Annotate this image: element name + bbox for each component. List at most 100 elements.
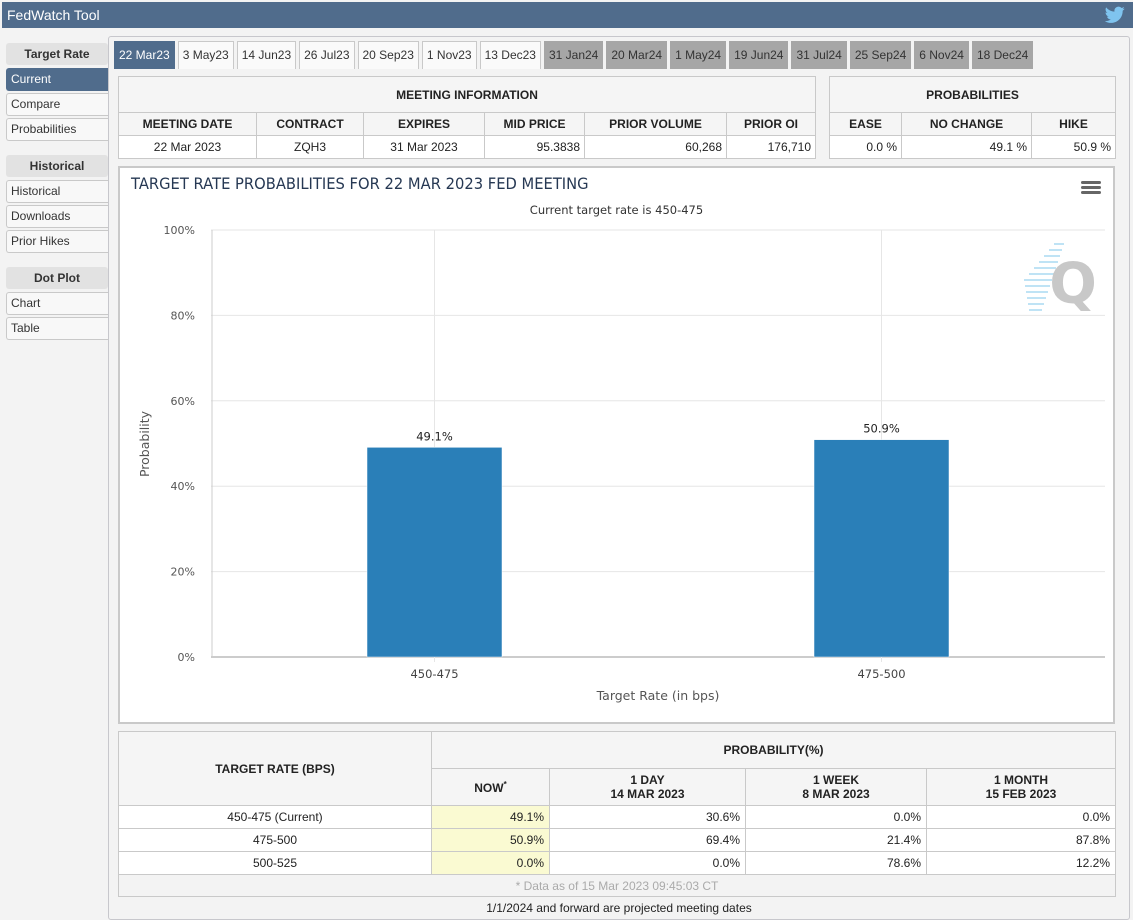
probability-cell: 0.0%	[745, 805, 927, 829]
y-tick-label: 0%	[178, 651, 195, 664]
chart-labels: 0% 20% 40% 60% 80% 100% 49.1% 450-475 50.9% 475-5…	[164, 224, 906, 681]
meeting-date-value: 22 Mar 2023	[118, 135, 257, 159]
y-axis-title: Probability	[137, 410, 152, 477]
probabilities-title: PROBABILITIES	[829, 76, 1116, 113]
table-row: 450-475 (Current) 49.1% 30.6% 0.0% 0.0%	[118, 805, 1116, 829]
table-row: 500-525 0.0% 0.0% 78.6% 12.2%	[118, 851, 1116, 875]
no-change-value: 49.1 %	[901, 135, 1032, 159]
probability-history-table: TARGET RATE (BPS) PROBABILITY(%) NOW* 1 …	[118, 731, 1116, 897]
chart-grid	[211, 229, 1105, 662]
bar-450-475[interactable]	[366, 447, 503, 658]
col-header: EASE	[829, 112, 902, 136]
tab-meeting-date[interactable]: 18 Dec24	[971, 41, 1034, 69]
tab-meeting-date[interactable]: 13 Dec23	[479, 41, 541, 69]
projected-dates-note: 1/1/2024 and forward are projected meeti…	[486, 901, 752, 915]
now-col-header: NOW*	[431, 768, 550, 806]
sidebar-item-chart[interactable]: Chart	[6, 292, 108, 315]
ease-value: 0.0 %	[829, 135, 902, 159]
probability-cell: 69.4%	[549, 828, 746, 852]
col-header: NO CHANGE	[901, 112, 1032, 136]
probability-cell: 87.8%	[926, 828, 1116, 852]
probability-cell: 78.6%	[745, 851, 927, 875]
app-title-bar: FedWatch Tool	[2, 2, 1133, 28]
meeting-information-table: MEETING INFORMATION MEETING DATE CONTRAC…	[118, 76, 816, 159]
col-header: CONTRACT	[256, 112, 364, 136]
y-tick-label: 20%	[171, 566, 195, 579]
mid-price-value: 95.3838	[484, 135, 585, 159]
x-tick-label: 475-500	[857, 667, 905, 681]
table-row: 475-500 50.9% 69.4% 21.4% 87.8%	[118, 828, 1116, 852]
quikstrike-watermark-icon: Q	[1024, 243, 1097, 317]
col-header: PRIOR OI	[726, 112, 816, 136]
tab-meeting-date[interactable]: 14 Jun23	[236, 41, 297, 69]
bar-data-label: 49.1%	[416, 429, 453, 443]
tab-meeting-date[interactable]: 26 Jul23	[299, 41, 355, 69]
contract-value: ZQH3	[256, 135, 364, 159]
probability-cell: 30.6%	[549, 805, 746, 829]
tab-meeting-date[interactable]: 19 Jun24	[729, 41, 789, 69]
col-header: PRIOR VOLUME	[584, 112, 727, 136]
sidebar-item-downloads[interactable]: Downloads	[6, 205, 108, 228]
expires-value: 31 Mar 2023	[363, 135, 485, 159]
sidebar-item-current[interactable]: Current	[6, 68, 108, 91]
probability-cell: 21.4%	[745, 828, 927, 852]
probability-cell: 0.0%	[549, 851, 746, 875]
sidebar-heading-dot-plot: Dot Plot	[6, 267, 108, 289]
chart-bars	[366, 439, 950, 658]
sidebar-item-compare[interactable]: Compare	[6, 93, 108, 116]
svg-text:Q: Q	[1049, 252, 1097, 317]
sidebar: Target Rate Current Compare Probabilitie…	[6, 43, 108, 342]
col-header: MEETING DATE	[118, 112, 257, 136]
target-rate-cell: 450-475 (Current)	[118, 805, 432, 829]
tab-meeting-date[interactable]: 20 Mar24	[606, 41, 668, 69]
sidebar-heading-historical: Historical	[6, 155, 108, 177]
tab-meeting-date[interactable]: 6 Nov24	[914, 41, 969, 69]
sidebar-item-probabilities[interactable]: Probabilities	[6, 118, 108, 141]
tab-meeting-date[interactable]: 1 May24	[670, 41, 727, 69]
one-day-col-header: 1 DAY 14 MAR 2023	[549, 768, 746, 806]
sidebar-item-historical[interactable]: Historical	[6, 180, 108, 203]
x-tick-label: 450-475	[410, 667, 458, 681]
tab-meeting-date[interactable]: 25 Sep24	[849, 41, 912, 69]
y-tick-label: 60%	[171, 395, 195, 408]
probability-cell: 49.1%	[431, 805, 550, 829]
x-axis-title: Target Rate (in bps)	[596, 688, 720, 703]
tab-meeting-date[interactable]: 22 Mar23	[114, 41, 175, 69]
tab-meeting-date[interactable]: 20 Sep23	[357, 41, 419, 69]
tab-meeting-date[interactable]: 1 Nov23	[421, 41, 477, 69]
y-tick-label: 40%	[171, 480, 195, 493]
sidebar-item-prior-hikes[interactable]: Prior Hikes	[6, 230, 108, 253]
bar-475-500[interactable]	[813, 439, 950, 658]
y-tick-label: 80%	[171, 309, 195, 322]
hike-value: 50.9 %	[1031, 135, 1116, 159]
bar-data-label: 50.9%	[863, 422, 900, 436]
one-month-col-header: 1 MONTH 15 FEB 2023	[926, 768, 1116, 806]
app-title: FedWatch Tool	[7, 7, 100, 23]
probability-group-header: PROBABILITY(%)	[431, 731, 1116, 769]
one-week-col-header: 1 WEEK 8 MAR 2023	[745, 768, 927, 806]
probability-cell: 50.9%	[431, 828, 550, 852]
meeting-information-title: MEETING INFORMATION	[118, 76, 816, 113]
tab-meeting-date[interactable]: 31 Jul24	[791, 41, 847, 69]
data-timestamp: * Data as of 15 Mar 2023 09:45:03 CT	[118, 874, 1116, 897]
col-header: EXPIRES	[363, 112, 485, 136]
y-tick-label: 100%	[164, 224, 195, 237]
sidebar-heading-target-rate: Target Rate	[6, 43, 108, 65]
target-rate-cell: 500-525	[118, 851, 432, 875]
twitter-icon[interactable]	[1105, 6, 1125, 24]
target-rate-header: TARGET RATE (BPS)	[118, 731, 432, 806]
tab-meeting-date[interactable]: 3 May23	[177, 41, 234, 69]
target-rate-cell: 475-500	[118, 828, 432, 852]
prior-oi-value: 176,710	[726, 135, 816, 159]
probability-cell: 12.2%	[926, 851, 1116, 875]
probability-cell: 0.0%	[926, 805, 1116, 829]
probability-cell: 0.0%	[431, 851, 550, 875]
probabilities-table: PROBABILITIES EASE NO CHANGE HIKE 0.0 % …	[829, 76, 1116, 159]
prior-volume-value: 60,268	[584, 135, 727, 159]
col-header: MID PRICE	[484, 112, 585, 136]
chart-container: TARGET RATE PROBABILITIES FOR 22 MAR 202…	[118, 166, 1115, 724]
bar-chart: Q 0% 20% 40% 60% 80% 100% 49.1% 450-475 50.9% 475…	[137, 224, 1105, 703]
tab-meeting-date[interactable]: 31 Jan24	[543, 41, 604, 69]
col-header: HIKE	[1031, 112, 1116, 136]
sidebar-item-table[interactable]: Table	[6, 317, 108, 340]
